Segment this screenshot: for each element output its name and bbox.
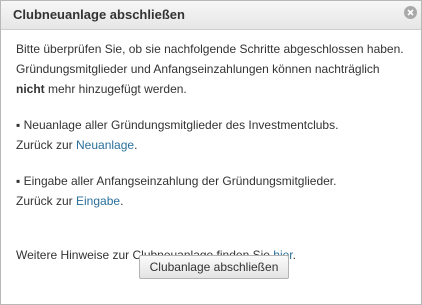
dialog-title: Clubneuanlage abschließen (13, 7, 185, 22)
dialog-content: Bitte überprüfen Sie, ob sie nachfolgend… (16, 39, 408, 265)
checklist-item-text: Neuanlage aller Gründungsmitglieder des … (20, 118, 339, 132)
sentence-end: . (134, 138, 138, 152)
button-row: Clubanlage abschließen (1, 255, 421, 279)
finish-club-setup-button[interactable]: Clubanlage abschließen (138, 255, 290, 279)
sentence-end: . (120, 194, 124, 208)
checklist-item-text: Eingabe aller Anfangseinzahlung der Grün… (20, 174, 337, 188)
neuanlage-link[interactable]: Neuanlage (76, 138, 134, 152)
intro-text-bold: nicht (16, 82, 45, 96)
intro-text: Bitte überprüfen Sie, ob sie nachfolgend… (16, 39, 408, 99)
dialog-titlebar: Clubneuanlage abschließen (1, 1, 421, 30)
checklist-item-deposits: ▪ Eingabe aller Anfangseinzahlung der Gr… (16, 171, 408, 211)
back-prefix: Zurück zur (16, 138, 77, 152)
close-icon[interactable] (404, 6, 417, 19)
dialog: Clubneuanlage abschließen Bitte überprüf… (0, 0, 422, 305)
intro-text-part1: Bitte überprüfen Sie, ob sie nachfolgend… (16, 42, 404, 76)
intro-text-part2: mehr hinzugefügt werden. (44, 82, 187, 96)
eingabe-link[interactable]: Eingabe (76, 194, 120, 208)
checklist-item-members: ▪ Neuanlage aller Gründungsmitglieder de… (16, 115, 408, 155)
back-prefix: Zurück zur (16, 194, 77, 208)
